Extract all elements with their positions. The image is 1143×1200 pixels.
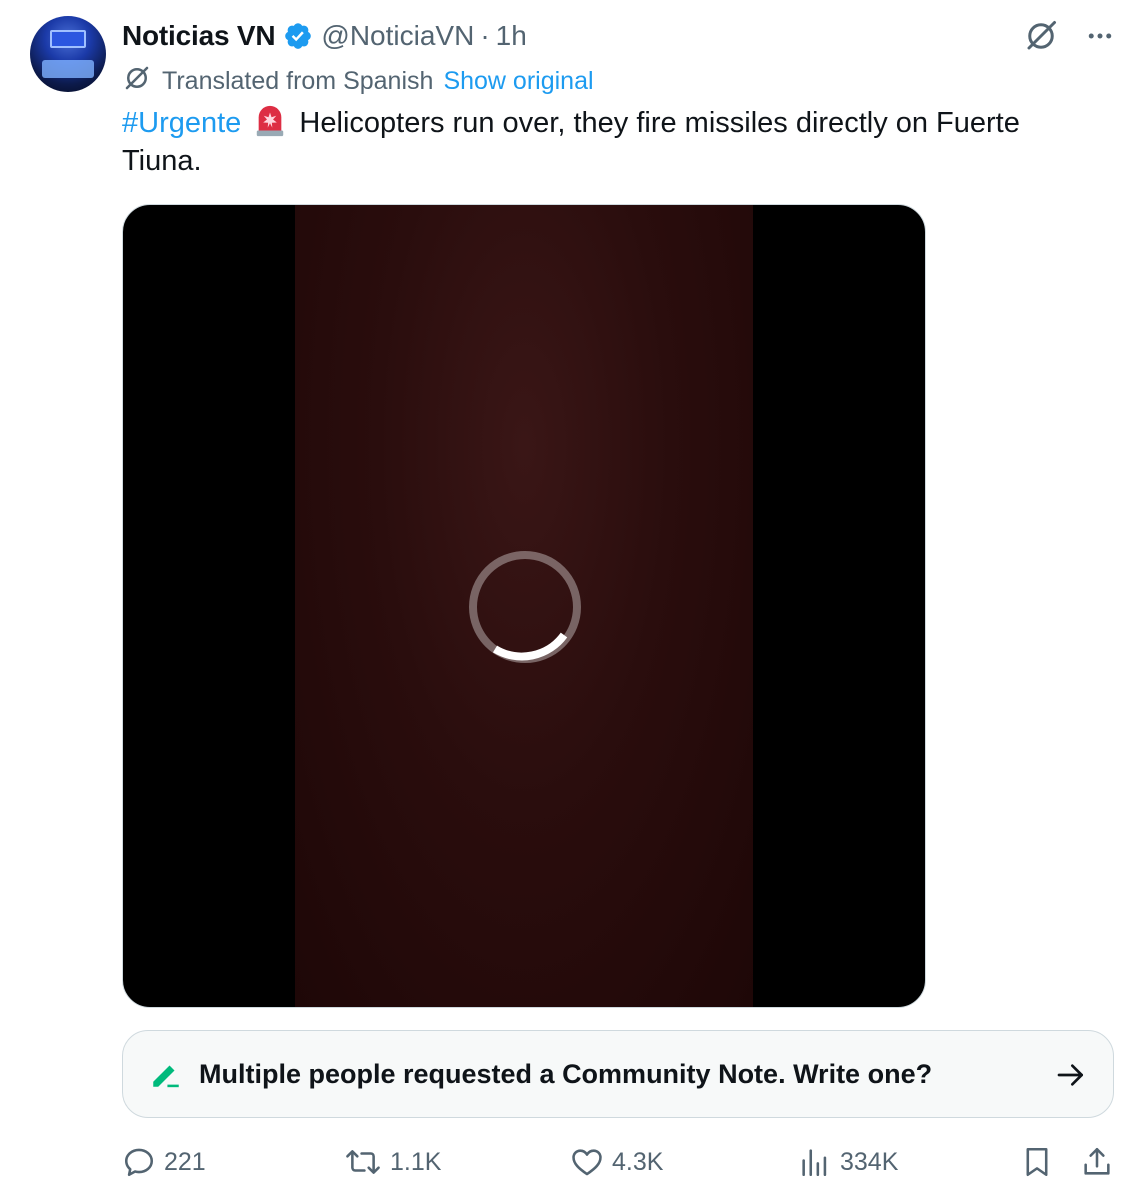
share-icon (1084, 1147, 1110, 1175)
reply-count: 221 (164, 1147, 206, 1176)
community-note-text[interactable]: Multiple people requested a Community No… (199, 1059, 932, 1090)
pencil-icon (153, 1065, 179, 1088)
author-display-name[interactable]: Noticias VN (122, 20, 276, 52)
hashtag-link[interactable]: #Urgente (122, 107, 241, 139)
share-button[interactable] (1080, 1140, 1122, 1184)
analytics-icon (802, 1149, 827, 1177)
arrow-right-icon[interactable] (1055, 1059, 1087, 1091)
tweet-action-bar: 221 1.1K 4.3K 334K (0, 1140, 1143, 1184)
tweet-header: Noticias VN @NoticiaVN · 1h (122, 14, 527, 58)
repost-icon (346, 1150, 380, 1174)
grok-icon[interactable] (1023, 18, 1059, 54)
video-player[interactable] (122, 204, 926, 1008)
tweet-top-actions (1023, 18, 1115, 54)
bookmark-icon (1026, 1147, 1048, 1177)
more-options-icon[interactable] (1085, 21, 1115, 51)
community-note-prompt[interactable]: Multiple people requested a Community No… (122, 1030, 1114, 1118)
repost-button[interactable]: 1.1K (344, 1140, 441, 1184)
translation-label: Translated from Spanish (162, 66, 434, 95)
heart-icon (572, 1149, 602, 1176)
loading-spinner-icon (469, 551, 581, 663)
tweet-timestamp[interactable]: 1h (496, 20, 527, 52)
author-handle[interactable]: @NoticiaVN (321, 20, 474, 52)
repost-count: 1.1K (390, 1147, 442, 1176)
view-count: 334K (840, 1147, 899, 1176)
author-avatar[interactable] (30, 16, 106, 92)
show-original-link[interactable]: Show original (443, 67, 593, 96)
reply-button[interactable]: 221 (122, 1140, 206, 1184)
reply-icon (124, 1148, 154, 1177)
like-count: 4.3K (612, 1147, 664, 1176)
bookmark-button[interactable] (1020, 1140, 1062, 1184)
header-separator: · (480, 20, 490, 51)
verified-badge-icon[interactable] (283, 21, 313, 51)
tweet-text: #Urgente Helicopters run over, they fire… (122, 104, 1062, 180)
avatar-image-screen (50, 30, 86, 48)
avatar-image-desk (42, 60, 94, 78)
translation-bar: Translated from Spanish Show original (122, 64, 594, 98)
translate-icon (122, 63, 152, 100)
views-button[interactable]: 334K (798, 1140, 898, 1184)
police-light-emoji-icon (253, 104, 287, 138)
like-button[interactable]: 4.3K (570, 1140, 663, 1184)
